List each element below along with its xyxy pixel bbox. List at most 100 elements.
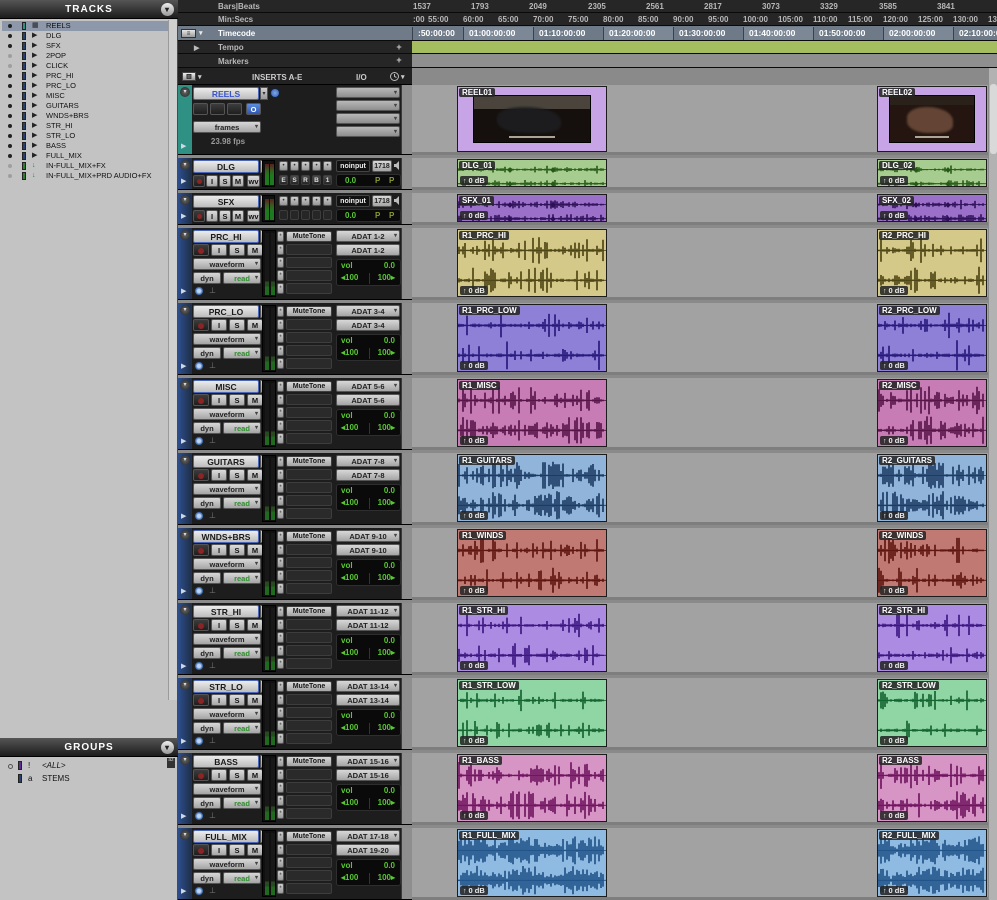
pan-left-value[interactable]: ◂100	[341, 498, 358, 507]
insert-bypass-button[interactable]: *	[277, 769, 284, 780]
automation-mode-dropdown[interactable]: read▾	[223, 422, 261, 434]
track-show-dot[interactable]	[8, 94, 12, 98]
insert-slot[interactable]	[286, 557, 332, 568]
insert-slot-mutetone[interactable]: MuteTone	[286, 231, 332, 242]
mute-button[interactable]: M	[232, 175, 244, 187]
clip-gain-badge[interactable]: ↑0 dB	[880, 176, 908, 185]
track-list-item-prc_lo[interactable]: ▶PRC_LO	[2, 81, 170, 91]
automation-target-icon[interactable]	[194, 886, 204, 896]
insert-slot[interactable]	[286, 619, 332, 630]
mute-button[interactable]: M	[232, 210, 244, 222]
insert-bypass-button[interactable]: *	[277, 883, 284, 894]
clip-gain-badge[interactable]: ↑0 dB	[880, 736, 908, 745]
playlist-arrow-icon[interactable]: ▶	[181, 662, 186, 670]
clip-r1_str_low[interactable]: R1_STR_LOW↑0 dB	[457, 679, 607, 747]
solo-button[interactable]: S	[229, 244, 245, 256]
insert-bypass-button[interactable]: *	[277, 306, 284, 317]
output-path-dropdown[interactable]: ADAT 13-14▾	[336, 680, 400, 692]
insert-bypass-button[interactable]: *	[277, 619, 284, 630]
input-monitor-button[interactable]: I	[211, 694, 227, 706]
insert-slot[interactable]	[286, 345, 332, 356]
clip-gain-badge[interactable]: ↑0 dB	[460, 211, 488, 220]
track-collapse-button[interactable]: ▾	[180, 680, 190, 690]
output-assign-box[interactable]: ADAT 11-12	[336, 619, 400, 631]
track-show-dot[interactable]	[8, 114, 12, 118]
insert-bypass-button[interactable]: *	[277, 469, 284, 480]
clip-r1_str_hi[interactable]: R1_STR_HI↑0 dB	[457, 604, 607, 672]
insert-slot[interactable]	[286, 733, 332, 744]
playlist-arrow-icon[interactable]: ▶	[181, 737, 186, 745]
vertical-scrollbar[interactable]	[988, 68, 997, 900]
insert-mini-slot[interactable]: B	[312, 175, 321, 185]
insert-bypass-button[interactable]: *	[277, 544, 284, 555]
insert-slot[interactable]	[286, 883, 332, 894]
track-show-dot[interactable]	[8, 44, 12, 48]
track-name-box[interactable]: FULL_MIX	[193, 830, 259, 843]
automation-target-icon[interactable]	[194, 661, 204, 671]
pan-right-value[interactable]: 100▸	[378, 498, 395, 507]
track-collapse-button[interactable]: ▾	[180, 230, 190, 240]
insert-slot[interactable]	[286, 658, 332, 669]
mute-button[interactable]: M	[247, 769, 263, 781]
clip-reel01[interactable]: REEL01↑0 dB	[457, 86, 607, 152]
clip-gain-badge[interactable]: ↑0 dB	[880, 511, 908, 520]
timecode-segment[interactable]: :50:00:00	[412, 27, 463, 40]
insert-bypass-button[interactable]: *	[277, 658, 284, 669]
insert-slot[interactable]	[286, 433, 332, 444]
pan-right-value[interactable]: 100▸	[378, 648, 395, 657]
insert-bypass-button[interactable]: *	[277, 632, 284, 643]
pan-left-value[interactable]: ◂100	[341, 423, 358, 432]
volume-pan-display[interactable]: vol0.0◂100100▸	[336, 334, 401, 361]
playlist-arrow-icon[interactable]: ▶	[181, 437, 186, 445]
video-io-slot[interactable]: ▾	[336, 126, 400, 137]
track-list-item-in-full_mix+fx[interactable]: ↓IN-FULL_MIX+FX	[2, 161, 170, 171]
insert-slot[interactable]	[286, 283, 332, 294]
clip-gain-badge[interactable]: ↑0 dB	[460, 176, 488, 185]
insert-mini-slot[interactable]: S	[290, 175, 299, 185]
speaker-icon[interactable]	[394, 160, 401, 172]
clip-r2_prc_low[interactable]: R2_PRC_LOW↑0 dB	[877, 304, 987, 372]
dyn-button[interactable]: dyn	[193, 347, 221, 359]
volume-pan-display[interactable]: vol0.0◂100100▸	[336, 709, 401, 736]
clip-gain-badge[interactable]: ↑0 dB	[460, 886, 488, 895]
track-view-dropdown[interactable]: waveform▾	[193, 858, 261, 870]
input-monitor-button[interactable]: I	[211, 844, 227, 856]
playlist-arrow-icon[interactable]: ▶	[181, 512, 186, 520]
track-list-item-str_lo[interactable]: ▶STR_LO	[2, 131, 170, 141]
insert-bypass-button[interactable]: *	[277, 270, 284, 281]
insert-bypass-button[interactable]: *	[277, 495, 284, 506]
track-view-dropdown[interactable]: waveform▾	[193, 558, 261, 570]
video-block-button[interactable]	[193, 103, 208, 115]
insert-bypass-button[interactable]: *	[277, 808, 284, 819]
dyn-button[interactable]: dyn	[193, 647, 221, 659]
timecode-ruler-caret-icon[interactable]: ▾	[199, 29, 203, 37]
insert-bypass-button[interactable]: *	[277, 482, 284, 493]
io-output-box[interactable]: 1718	[372, 195, 392, 207]
insert-bypass-button[interactable]: *	[277, 733, 284, 744]
track-name-caret[interactable]: ▾	[260, 87, 268, 100]
input-monitor-button[interactable]: I	[211, 769, 227, 781]
track-lane-dlg[interactable]: DLG_01↑0 dBDLG_02↑0 dB	[412, 158, 988, 190]
insert-slot[interactable]	[286, 420, 332, 431]
track-show-dot[interactable]	[8, 174, 12, 178]
record-enable-button[interactable]	[193, 469, 209, 481]
waveform-view-mini-button[interactable]: wv	[247, 210, 260, 222]
clip-r2_prc_hi[interactable]: R2_PRC_HI↑0 dB	[877, 229, 987, 297]
volume-pan-display[interactable]: vol0.0◂100100▸	[336, 559, 401, 586]
insert-slot[interactable]	[286, 407, 332, 418]
track-show-dot[interactable]	[8, 84, 12, 88]
insert-bypass-button[interactable]: *	[277, 557, 284, 568]
playlist-arrow-icon[interactable]: ▶	[181, 142, 186, 150]
insert-bypass-button[interactable]: *	[277, 508, 284, 519]
pan-right-value[interactable]: 100▸	[378, 723, 395, 732]
track-collapse-button[interactable]: ▾	[180, 530, 190, 540]
output-path-dropdown[interactable]: ADAT 5-6▾	[336, 380, 400, 392]
track-name-box[interactable]: PRC_LO	[193, 305, 259, 318]
insert-slot-mutetone[interactable]: MuteTone	[286, 681, 332, 692]
insert-mini-button[interactable]: •	[323, 196, 332, 206]
pan-right-value[interactable]: 100▸	[378, 873, 395, 882]
clip-gain-badge[interactable]: ↑0 dB	[880, 661, 908, 670]
automation-target-icon[interactable]	[194, 586, 204, 596]
automation-target-icon[interactable]	[194, 736, 204, 746]
playlist-arrow-icon[interactable]: ▶	[181, 177, 186, 185]
